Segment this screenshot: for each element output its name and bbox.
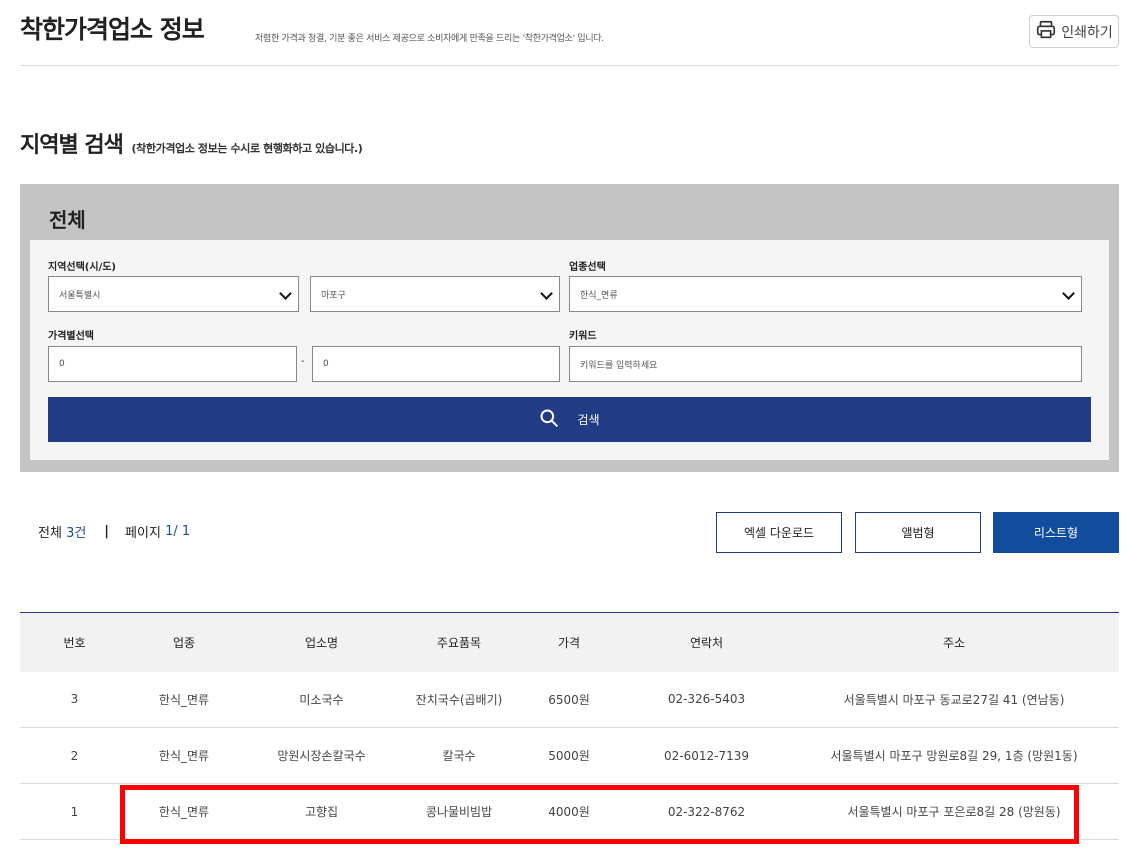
cell-category: 한식_면류 <box>129 783 239 840</box>
header-category: 업종 <box>172 635 196 650</box>
search-panel: 전체 지역선택(시/도) 서울특별시 마포구 업종선택 한식_면류 가격별선택 … <box>20 184 1119 472</box>
table-row[interactable]: 3 한식_면류 미소국수 잔치국수(곱배기) 6500원 02-326-5403… <box>20 671 1119 728</box>
print-label: 인쇄하기 <box>1061 24 1113 41</box>
cell-price: 4000원 <box>514 783 624 840</box>
price-dash: - <box>301 356 305 367</box>
cell-address: 서울특별시 마포구 망원로8길 29, 1층 (망원1동) <box>789 727 1119 784</box>
results-table: 번호 업종 업소명 주요품목 가격 연락처 주소 3 한식_면류 미소국수 잔치… <box>20 612 1119 840</box>
cell-address: 서울특별시 마포구 동교로27길 41 (연남동) <box>789 671 1119 728</box>
table-header-row: 번호 업종 업소명 주요품목 가격 연락처 주소 <box>20 612 1119 672</box>
cell-price: 5000원 <box>514 727 624 784</box>
search-button[interactable]: 검색 <box>48 397 1091 442</box>
page-label: 페이지 <box>125 526 161 541</box>
cell-contact: 02-322-8762 <box>624 783 789 840</box>
category-select[interactable]: 한식_면류 <box>569 276 1082 312</box>
total-label: 전체 <box>38 526 62 541</box>
price-label: 가격별선택 <box>48 331 94 342</box>
cell-store-name[interactable]: 망원시장손칼국수 <box>239 727 404 784</box>
page-title: 착한가격업소 정보 <box>20 15 205 44</box>
header-price: 가격 <box>557 635 581 650</box>
region-title: 전체 <box>49 208 86 232</box>
keyword-label: 키워드 <box>569 331 597 342</box>
header-main-item: 주요품목 <box>436 635 482 650</box>
cell-contact: 02-326-5403 <box>624 671 789 728</box>
search-icon <box>539 408 559 431</box>
page-header: 착한가격업소 정보 저렴한 가격과 청결, 기분 좋은 서비스 제공으로 소비자… <box>20 0 1119 66</box>
cell-category: 한식_면류 <box>129 727 239 784</box>
sido-select[interactable]: 서울특별시 <box>48 276 299 312</box>
region-label: 지역선택(시/도) <box>48 262 116 273</box>
cell-main-item: 콩나물비빔밥 <box>404 783 514 840</box>
album-view-button[interactable]: 앨범형 <box>855 512 981 553</box>
header-address: 주소 <box>942 635 966 650</box>
cell-store-name[interactable]: 고향집 <box>239 783 404 840</box>
section-title-text: 지역별 검색 <box>20 133 124 158</box>
cell-store-name[interactable]: 미소국수 <box>239 671 404 728</box>
keyword-input[interactable]: 키워드를 입력하세요 <box>569 346 1082 382</box>
cell-main-item: 잔치국수(곱배기) <box>404 671 514 728</box>
cell-price: 6500원 <box>514 671 624 728</box>
cell-main-item: 칼국수 <box>404 727 514 784</box>
page-description: 저렴한 가격과 청결, 기분 좋은 서비스 제공으로 소비자에게 만족을 드리는… <box>255 34 604 44</box>
search-form: 지역선택(시/도) 서울특별시 마포구 업종선택 한식_면류 가격별선택 0 -… <box>30 240 1109 460</box>
cell-contact: 02-6012-7139 <box>624 727 789 784</box>
page-total: / 1 <box>173 524 191 539</box>
header-contact: 연락처 <box>689 635 724 650</box>
category-label: 업종선택 <box>569 262 606 273</box>
cell-number: 3 <box>20 671 129 728</box>
section-note: (착한가격업소 정보는 수시로 현행화하고 있습니다.) <box>131 142 363 155</box>
search-button-label: 검색 <box>577 413 600 427</box>
list-view-button[interactable]: 리스트형 <box>993 512 1119 553</box>
cell-category: 한식_면류 <box>129 671 239 728</box>
header-number: 번호 <box>63 635 86 650</box>
print-button[interactable]: 인쇄하기 <box>1029 15 1119 48</box>
cell-address: 서울특별시 마포구 포은로8길 28 (망원동) <box>789 783 1119 840</box>
price-max-input[interactable]: 0 <box>312 346 560 382</box>
total-count: 3건 <box>66 526 87 541</box>
cell-number: 1 <box>20 783 129 840</box>
cell-number: 2 <box>20 727 129 784</box>
excel-download-button[interactable]: 엑셀 다운로드 <box>716 512 842 553</box>
table-row[interactable]: 2 한식_면류 망원시장손칼국수 칼국수 5000원 02-6012-7139 … <box>20 727 1119 784</box>
printer-icon <box>1035 19 1057 45</box>
table-row[interactable]: 1 한식_면류 고향집 콩나물비빔밥 4000원 02-322-8762 서울특… <box>20 783 1119 840</box>
result-summary: 전체 3건 | 페이지 1/ 1 <box>38 522 190 541</box>
price-min-input[interactable]: 0 <box>48 346 297 382</box>
sigungu-select[interactable]: 마포구 <box>310 276 560 312</box>
page-current: 1 <box>165 524 174 539</box>
section-title: 지역별 검색 (착한가격업소 정보는 수시로 현행화하고 있습니다.) <box>20 127 363 159</box>
header-store-name: 업소명 <box>304 635 339 650</box>
summary-divider: | <box>104 524 110 539</box>
